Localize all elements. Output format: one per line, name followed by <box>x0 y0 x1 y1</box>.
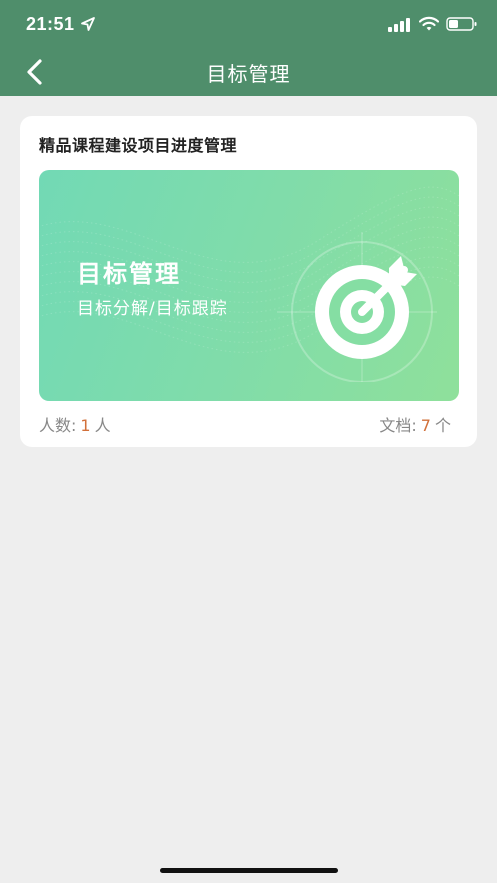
cellular-signal-icon <box>388 18 410 32</box>
project-title: 精品课程建设项目进度管理 <box>39 136 238 155</box>
goal-management-banner[interactable]: 目标管理 目标分解/目标跟踪 <box>39 170 459 401</box>
page-title: 目标管理 <box>206 62 291 86</box>
project-card[interactable]: 精品课程建设项目进度管理 目标管理 目标分解/目标跟踪 人数: 1 人 文档: … <box>20 116 477 447</box>
navigation-bar: 目标管理 <box>0 50 497 96</box>
docs-count: 7 <box>420 416 431 435</box>
people-label: 人数: <box>39 416 77 435</box>
target-arrow-icon <box>277 232 437 382</box>
battery-icon <box>446 17 477 31</box>
banner-subheading: 目标分解/目标跟踪 <box>77 299 228 319</box>
document-count-stat: 文档: 7 个 <box>379 412 451 436</box>
wifi-icon <box>419 16 439 31</box>
home-indicator[interactable] <box>160 868 338 873</box>
people-count-stat: 人数: 1 人 <box>39 412 111 436</box>
stats-row: 人数: 1 人 文档: 7 个 <box>39 412 459 436</box>
location-arrow-icon <box>81 17 95 31</box>
status-time: 21:51 <box>26 14 75 34</box>
people-unit: 人 <box>94 416 111 435</box>
docs-unit: 个 <box>434 416 451 435</box>
people-count: 1 <box>80 416 91 435</box>
status-bar: 21:51 <box>0 0 497 50</box>
banner-heading: 目标管理 <box>77 260 181 288</box>
app-header: 21:51 目标管理 <box>0 0 497 96</box>
docs-label: 文档: <box>379 416 417 435</box>
